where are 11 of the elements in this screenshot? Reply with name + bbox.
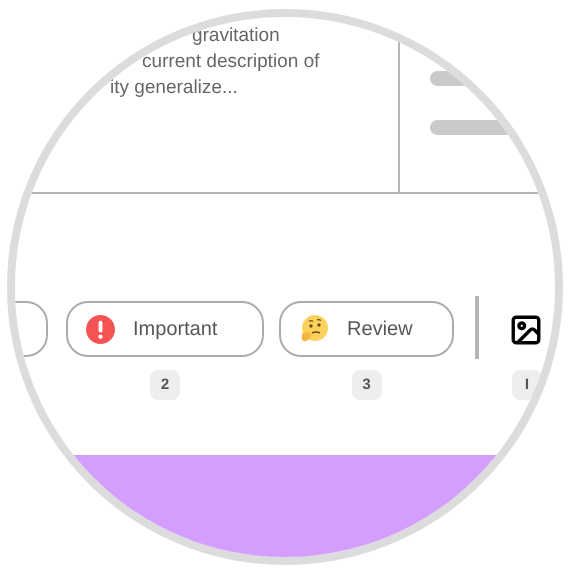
- exclamation-icon: [86, 314, 115, 344]
- note-text-line: ity generalize...: [110, 76, 238, 100]
- shortcut-badge: 3: [352, 370, 382, 400]
- shortcut-badge: I: [512, 370, 542, 400]
- tag-button[interactable]: Important: [66, 301, 264, 357]
- thinking-face-icon: [299, 314, 329, 344]
- tag-button[interactable]: Review: [279, 301, 454, 357]
- shortcut-badge: 2: [150, 370, 180, 400]
- image-icon[interactable]: [509, 313, 543, 347]
- note-text-line: gravitation: [192, 24, 280, 48]
- note-text-line: current description of: [142, 50, 320, 74]
